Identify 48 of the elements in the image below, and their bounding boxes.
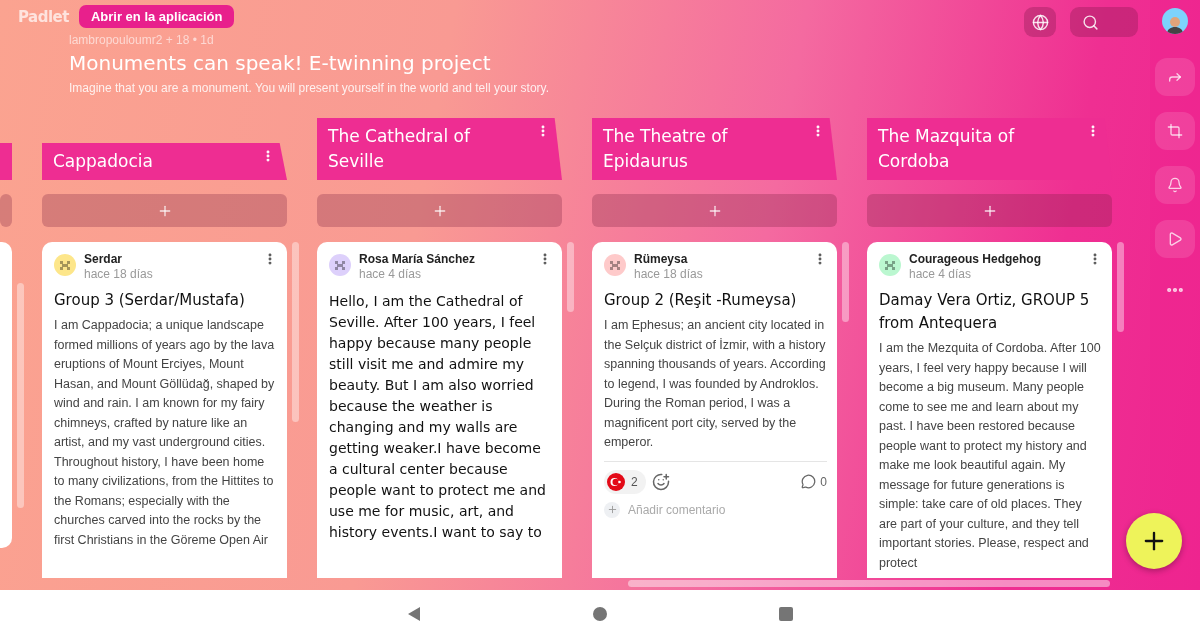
open-app-button[interactable]: Abrir en la aplicación (78, 5, 235, 28)
reaction-button[interactable]: 2 (604, 469, 646, 494)
column-title: The Theatre of Epidaurus (592, 118, 837, 180)
post-title: Damay Vera Ortiz, GROUP 5 from Antequera (879, 290, 1091, 334)
board-meta: lambropouloumr2 + 18 • 1d (69, 33, 214, 47)
post-body: Hello, I am the Cathedral of Seville. After 100 years, I feel happy because many people still visit me and admire my beauty. But I am also worried because the weather is changing and my walls are getting weaker.I have become a cultural center because people want to protect me and use me for music, art, and history events.I want to say to (329, 292, 547, 542)
flag-icon (607, 472, 625, 491)
add-post-fab[interactable] (1126, 513, 1182, 569)
author-name: Rümeysa (634, 252, 689, 266)
scrollbar[interactable] (292, 242, 299, 422)
post-title: Group 2 (Reşit -Rumeysa) (604, 290, 798, 311)
language-button[interactable] (1024, 7, 1056, 37)
author-name: Serdar (84, 252, 124, 266)
add-reaction-icon[interactable] (651, 472, 670, 491)
post-body: I am the Mezquita of Cordoba. After 100 years, I feel very happy because I will become a big museum. Many people come to see me and learn about my past. I have been restored because people want to protect my history and make me look beautiful again. My message for future generations is simple: take care of old places. They are part of your culture, and they tell important stories. Please, respect and protect (879, 340, 1102, 572)
scrollbar[interactable] (628, 580, 1110, 587)
crop-icon[interactable] (1155, 112, 1195, 150)
add-comment-button[interactable]: Añadir comentario (604, 493, 827, 530)
home-icon[interactable] (592, 605, 608, 622)
post-time: hace 4 días (359, 267, 423, 281)
scrollbar[interactable] (17, 283, 24, 508)
globe-icon (1031, 13, 1049, 31)
search-button[interactable] (1070, 7, 1138, 37)
author-name: Rosa María Sánchez (359, 252, 477, 266)
scrollbar[interactable] (567, 242, 574, 312)
search-icon (1082, 13, 1099, 31)
add-post-button[interactable] (0, 194, 12, 227)
plus-icon (604, 501, 620, 518)
column-title: Cappadocia (42, 143, 287, 180)
user-avatar-icon[interactable] (1162, 8, 1188, 34)
scrollbar[interactable] (842, 242, 849, 322)
back-icon[interactable] (406, 605, 422, 622)
play-icon[interactable] (1155, 220, 1195, 258)
share-icon[interactable] (1155, 58, 1195, 96)
column-header (0, 143, 12, 180)
bell-icon[interactable] (1155, 166, 1195, 204)
scrollbar[interactable] (1117, 242, 1124, 332)
post-time: hace 18 días (84, 267, 154, 281)
recents-icon[interactable] (778, 605, 794, 622)
board-title: Monuments can speak! E-twinning project (69, 51, 491, 75)
board-description: Imagine that you are a monument. You will present yourself in the world and tell your story. (69, 81, 550, 95)
column-title: The Cathedral of Seville (317, 118, 562, 180)
post-time: hace 18 días (634, 267, 704, 281)
author-name: Courageous Hedgehog (909, 252, 1042, 266)
post-body: I am Ephesus; an ancient city located in the Selçuk district of İzmir, with a history spanning thousands of years. According to legend, I was founded by Androklos. During the Roman period, I was a magnificent port city, served by the emperor. (604, 317, 827, 451)
post-body: I am Cappadocia; a unique landscape formed millions of years ago by the lava eruptions of Mount Erciyes, Mount Hasan, and Mount Göllüdağ, shaped by wind and rain. I am known for my fairy chimneys, crafted by nature like an artist, and my vast underground cities. Throughout history, I have been home to many civilizations, from the Hittites to the Romans; especially with the churches carved into the rocks by the first Christians in the Göreme Open Air (54, 317, 276, 549)
post-time: hace 4 días (909, 267, 973, 281)
post-title: Group 3 (Serdar/Mustafa) (54, 290, 246, 311)
